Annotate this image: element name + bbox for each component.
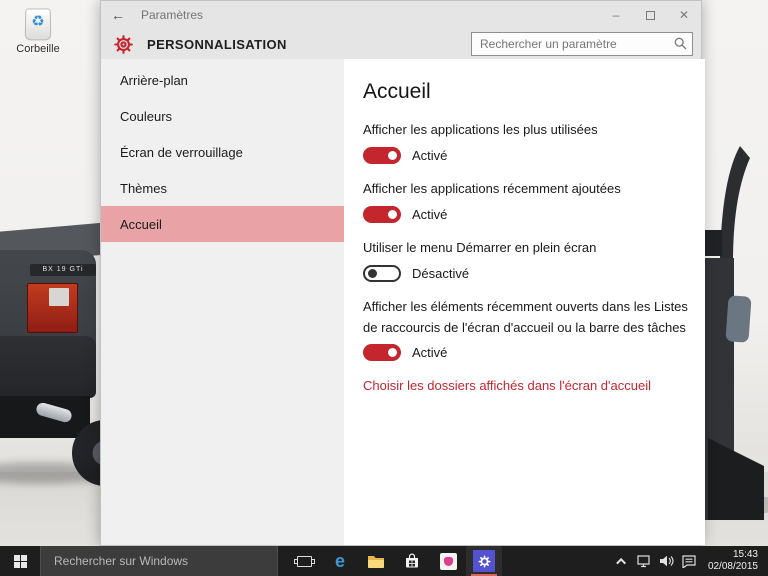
content-heading: Accueil [363, 79, 705, 105]
clock-date: 02/08/2015 [708, 561, 758, 573]
network-icon [637, 555, 652, 568]
choose-folders-link[interactable]: Choisir les dossiers affichés dans l'écr… [363, 378, 651, 393]
toggle-most-used-apps[interactable] [363, 147, 401, 164]
sidebar-item-arriere-plan[interactable]: Arrière-plan [101, 62, 344, 98]
wallpaper-car-door [700, 0, 768, 576]
pink-app-button[interactable] [430, 546, 466, 576]
toggle-knob [368, 269, 377, 278]
toggle-row: Activé [363, 205, 705, 223]
windows-logo-icon [14, 555, 27, 568]
car-door-graphic [700, 0, 768, 576]
settings-search [471, 32, 693, 56]
car-bumper [0, 336, 96, 398]
setting-label: Utiliser le menu Démarrer en plein écran [363, 238, 705, 258]
toggle-state-label: Activé [412, 148, 447, 163]
pink-app-glyph [444, 557, 453, 566]
speaker-icon [659, 555, 674, 567]
recycle-bin-icon: ♻ [25, 8, 52, 40]
settings-sidebar: Arrière-plan Couleurs Écran de verrouill… [101, 59, 344, 545]
network-button[interactable] [634, 546, 656, 576]
toggle-row: Activé [363, 344, 705, 362]
maximize-button[interactable] [633, 1, 667, 29]
search-icon [674, 37, 687, 50]
toggle-knob [388, 210, 397, 219]
settings-app-icon [473, 550, 495, 572]
page-title: PERSONNALISATION [147, 37, 287, 52]
store-icon [404, 553, 420, 569]
close-button[interactable]: ✕ [667, 1, 701, 29]
window-caption-buttons: – ✕ [599, 1, 701, 29]
setting-label: Afficher les applications les plus utili… [363, 120, 705, 140]
edge-button[interactable]: e [322, 546, 358, 576]
toggle-state-label: Activé [412, 345, 447, 360]
action-center-icon [682, 555, 696, 568]
recycle-arrows-icon: ♻ [26, 14, 50, 29]
toggle-row: Activé [363, 146, 705, 164]
file-explorer-button[interactable] [358, 546, 394, 576]
setting-label: Afficher les éléments récemment ouverts … [363, 297, 705, 337]
setting-recently-added-apps: Afficher les applications récemment ajou… [363, 179, 705, 223]
gear-icon [478, 555, 491, 568]
sidebar-item-accueil[interactable]: Accueil [101, 206, 344, 242]
gear-icon [113, 34, 134, 55]
car-badge: BX 19 GTi [30, 264, 96, 276]
store-button[interactable] [394, 546, 430, 576]
folder-icon [367, 554, 385, 568]
taskbar-search-input[interactable] [41, 546, 277, 576]
settings-window: ← Paramètres – ✕ PERSONNALISATION [100, 0, 702, 546]
action-center-button[interactable] [678, 546, 700, 576]
taskbar-search[interactable] [40, 546, 278, 576]
toggle-knob [388, 348, 397, 357]
toggle-row: Désactivé [363, 264, 705, 282]
task-view-button[interactable] [286, 546, 322, 576]
toggle-state-label: Désactivé [412, 266, 469, 281]
toggle-recent-items-jumplists[interactable] [363, 344, 401, 361]
setting-most-used-apps: Afficher les applications les plus utili… [363, 120, 705, 164]
wallpaper-car-rear: BX 19 GTi [0, 0, 110, 576]
toggle-fullscreen-start[interactable] [363, 265, 401, 282]
setting-label: Afficher les applications récemment ajou… [363, 179, 705, 199]
settings-body: Arrière-plan Couleurs Écran de verrouill… [101, 59, 701, 545]
sidebar-item-ecran-de-verrouillage[interactable]: Écran de verrouillage [101, 134, 344, 170]
task-view-icon [297, 556, 312, 567]
toggle-recently-added-apps[interactable] [363, 206, 401, 223]
window-title: Paramètres [141, 8, 599, 22]
sidebar-item-themes[interactable]: Thèmes [101, 170, 344, 206]
window-titlebar: ← Paramètres – ✕ [101, 1, 701, 29]
edge-icon: e [335, 552, 345, 570]
recycle-bin-shortcut[interactable]: ♻ Corbeille [14, 8, 62, 55]
setting-fullscreen-start: Utiliser le menu Démarrer en plein écran… [363, 238, 705, 282]
setting-recent-items-jumplists: Afficher les éléments récemment ouverts … [363, 297, 705, 361]
back-button[interactable]: ← [101, 7, 135, 23]
minimize-button[interactable]: – [599, 1, 633, 29]
chevron-up-icon [617, 557, 627, 567]
sidebar-item-couleurs[interactable]: Couleurs [101, 98, 344, 134]
toggle-state-label: Activé [412, 207, 447, 222]
car-taillight [27, 283, 78, 333]
maximize-icon [646, 11, 655, 20]
settings-search-input[interactable] [471, 32, 693, 56]
toggle-knob [388, 151, 397, 160]
settings-content: Accueil Afficher les applications les pl… [344, 59, 705, 545]
volume-button[interactable] [656, 546, 678, 576]
settings-app-button[interactable] [466, 546, 502, 576]
taskbar-clock[interactable]: 15:43 02/08/2015 [700, 549, 764, 573]
tray-expand-button[interactable] [612, 546, 634, 576]
pink-app-icon [440, 553, 457, 570]
settings-app-header: PERSONNALISATION [101, 29, 701, 59]
system-tray: 15:43 02/08/2015 [612, 546, 768, 576]
clock-time: 15:43 [708, 549, 758, 561]
recycle-bin-label: Corbeille [14, 43, 62, 55]
taskbar: e [0, 546, 768, 576]
start-button[interactable] [0, 546, 40, 576]
